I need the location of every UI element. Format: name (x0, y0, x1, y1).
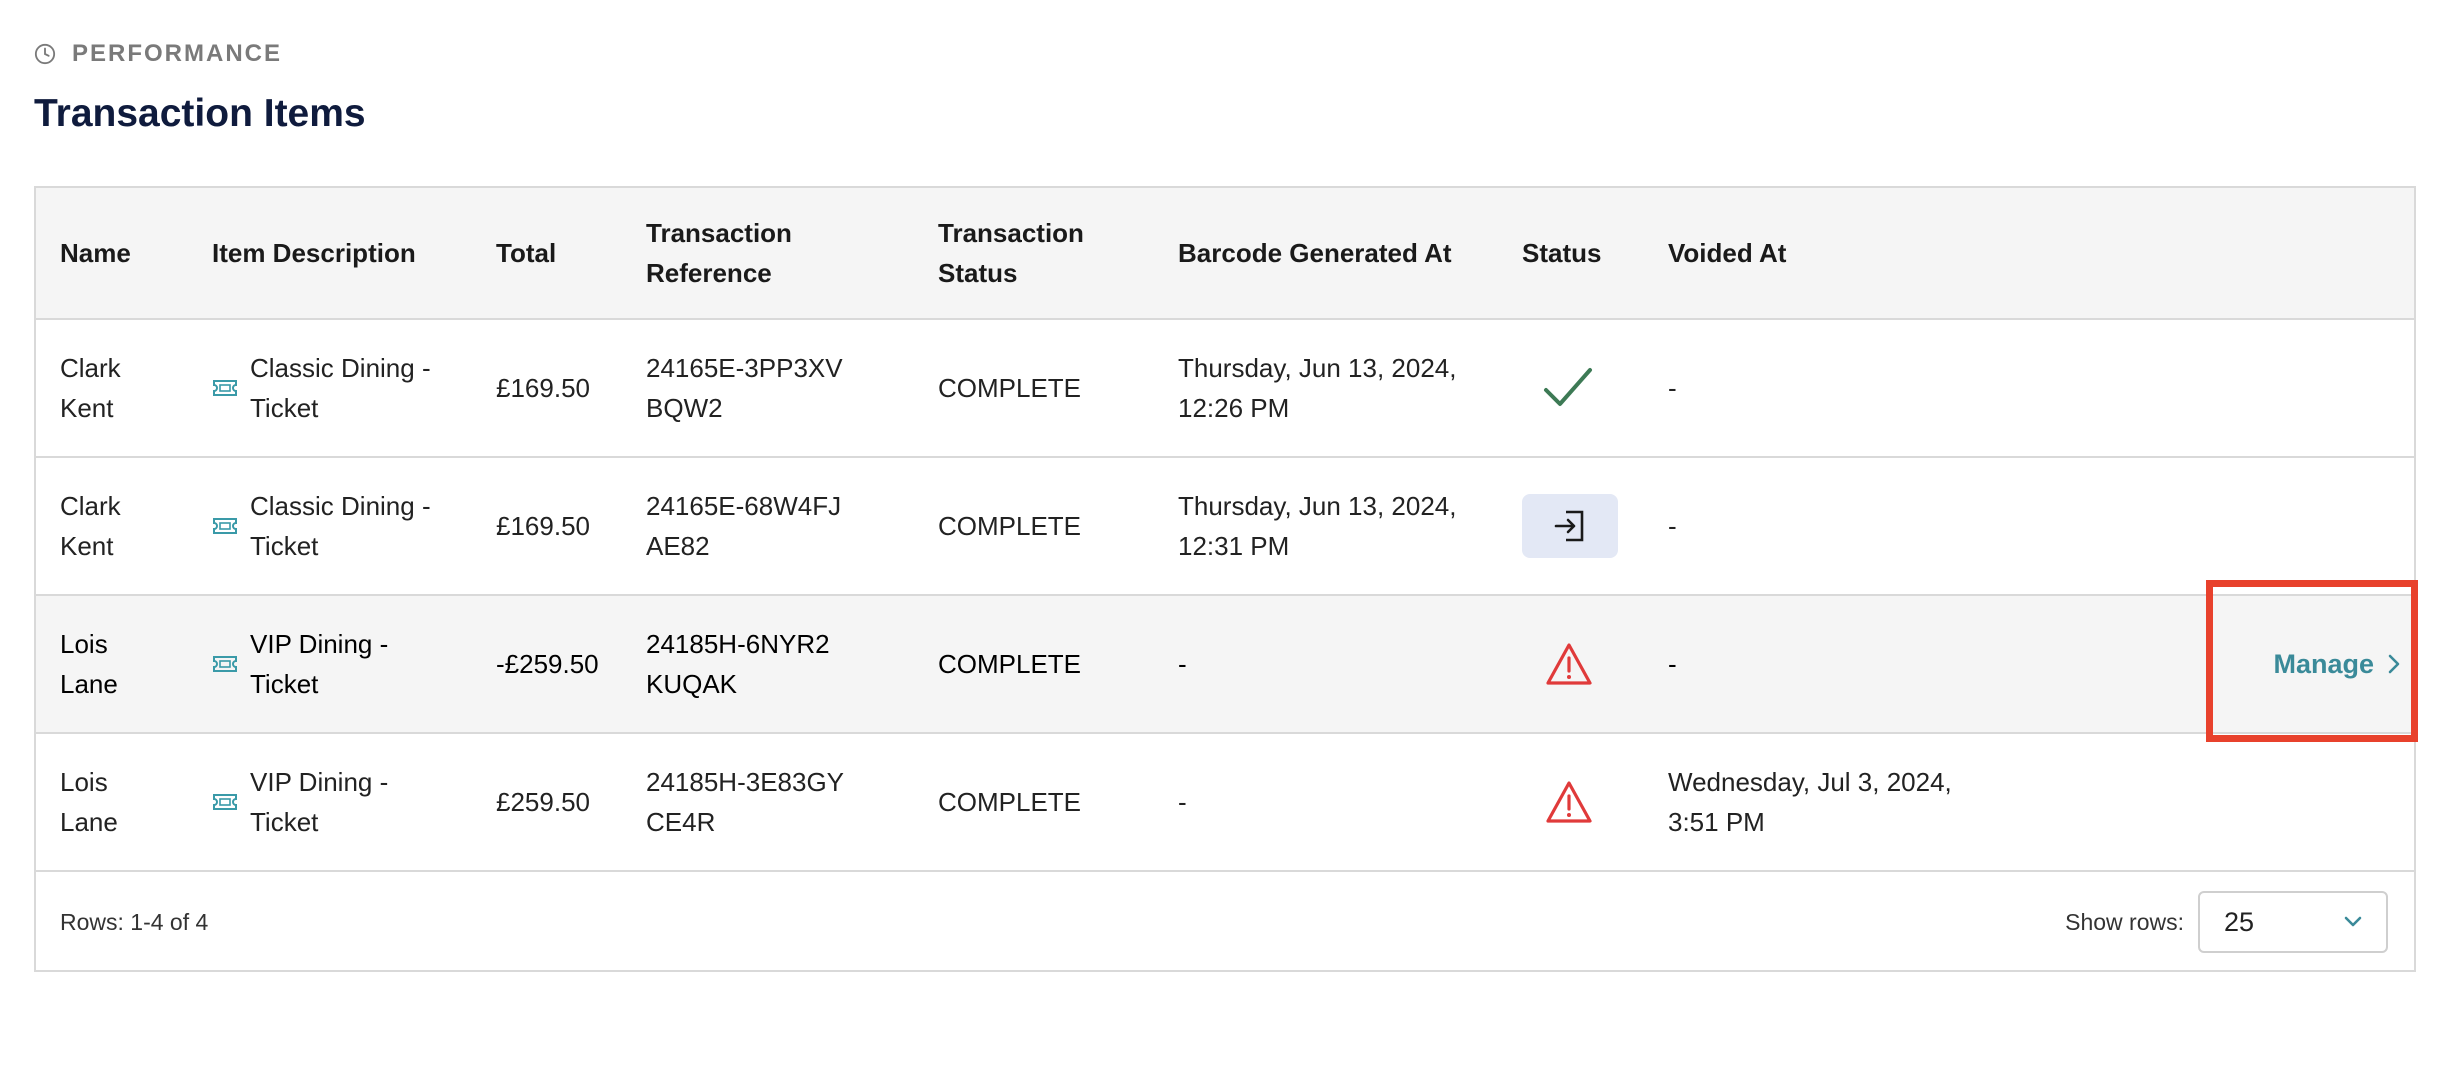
clock-icon (34, 43, 56, 65)
show-rows: Show rows: 25 (2065, 872, 2388, 972)
cell-status (1522, 596, 1642, 732)
cell-total: £259.50 (496, 787, 590, 817)
ticket-icon (213, 794, 237, 810)
cell-description: Classic Dining - Ticket (212, 458, 512, 594)
warning-icon (1544, 779, 1594, 825)
cell-status (1522, 458, 1642, 594)
cell-reference: 24165E-68W4FJAE82 (646, 491, 842, 561)
column-header-description[interactable]: Item Description (212, 188, 512, 318)
section-label: PERFORMANCE (34, 40, 282, 68)
cell-description: VIP Dining - Ticket (212, 734, 512, 870)
rows-count: Rows: 1-4 of 4 (60, 908, 209, 935)
page: PERFORMANCE Transaction Items Name Item … (0, 0, 2448, 1078)
table-row[interactable]: Lois Lane VIP Dining - Ticket £259.50 24… (36, 734, 2414, 872)
table-row[interactable]: Clark Kent Classic Dining - Ticket £169.… (36, 458, 2414, 596)
manage-button[interactable]: Manage (2273, 596, 2400, 732)
cell-total: -£259.50 (496, 649, 599, 679)
column-header-name[interactable]: Name (60, 188, 190, 318)
cell-status (1522, 734, 1642, 870)
table-row[interactable]: Lois Lane VIP Dining - Ticket -£259.50 2… (36, 596, 2414, 734)
cell-description: Classic Dining - Ticket (212, 320, 512, 456)
cell-voided: Wednesday, Jul 3, 2024, 3:51 PM (1668, 767, 1952, 837)
table-footer: Rows: 1-4 of 4 Show rows: 25 (36, 872, 2414, 972)
cell-transaction-status: COMPLETE (938, 373, 1082, 403)
cell-voided: - (1668, 373, 1677, 403)
manage-button-label: Manage (2273, 648, 2374, 679)
column-header-barcode[interactable]: Barcode Generated At (1178, 188, 1498, 318)
cell-transaction-status: COMPLETE (938, 787, 1082, 817)
table-header: Name Item Description Total Transaction … (36, 188, 2414, 320)
page-title: Transaction Items (34, 92, 366, 135)
ticket-icon (213, 380, 237, 396)
column-header-voided[interactable]: Voided At (1668, 188, 1988, 318)
ticket-icon (213, 656, 237, 672)
cell-barcode: Thursday, Jun 13, 2024, 12:26 PM (1178, 353, 1457, 423)
cell-name: Clark Kent (60, 353, 121, 423)
cell-description-text: VIP Dining - Ticket (250, 767, 389, 837)
cell-transaction-status: COMPLETE (938, 511, 1082, 541)
cell-total: £169.50 (496, 373, 590, 403)
section-label-text: PERFORMANCE (72, 40, 283, 67)
cell-description-text: VIP Dining - Ticket (250, 629, 389, 699)
column-header-status[interactable]: Status (1522, 188, 1642, 318)
chevron-right-icon (2388, 654, 2400, 674)
rows-per-page-select[interactable]: 25 (2198, 891, 2388, 953)
cell-barcode: Thursday, Jun 13, 2024, 12:31 PM (1178, 491, 1457, 561)
cell-voided: - (1668, 649, 1677, 679)
cell-name: Clark Kent (60, 491, 121, 561)
cell-total: £169.50 (496, 511, 590, 541)
cell-reference: 24185H-3E83GYCE4R (646, 767, 845, 837)
cell-description-text: Classic Dining - Ticket (250, 491, 431, 561)
transaction-items-table: Name Item Description Total Transaction … (34, 186, 2416, 972)
warning-icon (1544, 641, 1594, 687)
column-header-transaction-status[interactable]: Transaction Status (938, 188, 1118, 318)
cell-voided: - (1668, 511, 1677, 541)
ticket-icon (213, 518, 237, 534)
cell-barcode: - (1178, 787, 1187, 817)
column-header-reference[interactable]: Transaction Reference (646, 188, 876, 318)
sign-in-icon[interactable] (1522, 494, 1618, 558)
rows-per-page-value: 25 (2224, 906, 2255, 937)
cell-name: Lois Lane (60, 767, 118, 837)
cell-barcode: - (1178, 649, 1187, 679)
check-icon (1542, 366, 1594, 410)
cell-transaction-status: COMPLETE (938, 649, 1082, 679)
cell-reference: 24185H-6NYR2KUQAK (646, 629, 830, 699)
table-row[interactable]: Clark Kent Classic Dining - Ticket £169.… (36, 320, 2414, 458)
cell-reference: 24165E-3PP3XVBQW2 (646, 353, 843, 423)
column-header-total[interactable]: Total (496, 188, 626, 318)
chevron-down-icon (2344, 916, 2362, 927)
show-rows-label: Show rows: (2065, 908, 2184, 935)
cell-name: Lois Lane (60, 629, 118, 699)
cell-description: VIP Dining - Ticket (212, 596, 512, 732)
cell-status (1522, 320, 1642, 456)
cell-description-text: Classic Dining - Ticket (250, 353, 431, 423)
